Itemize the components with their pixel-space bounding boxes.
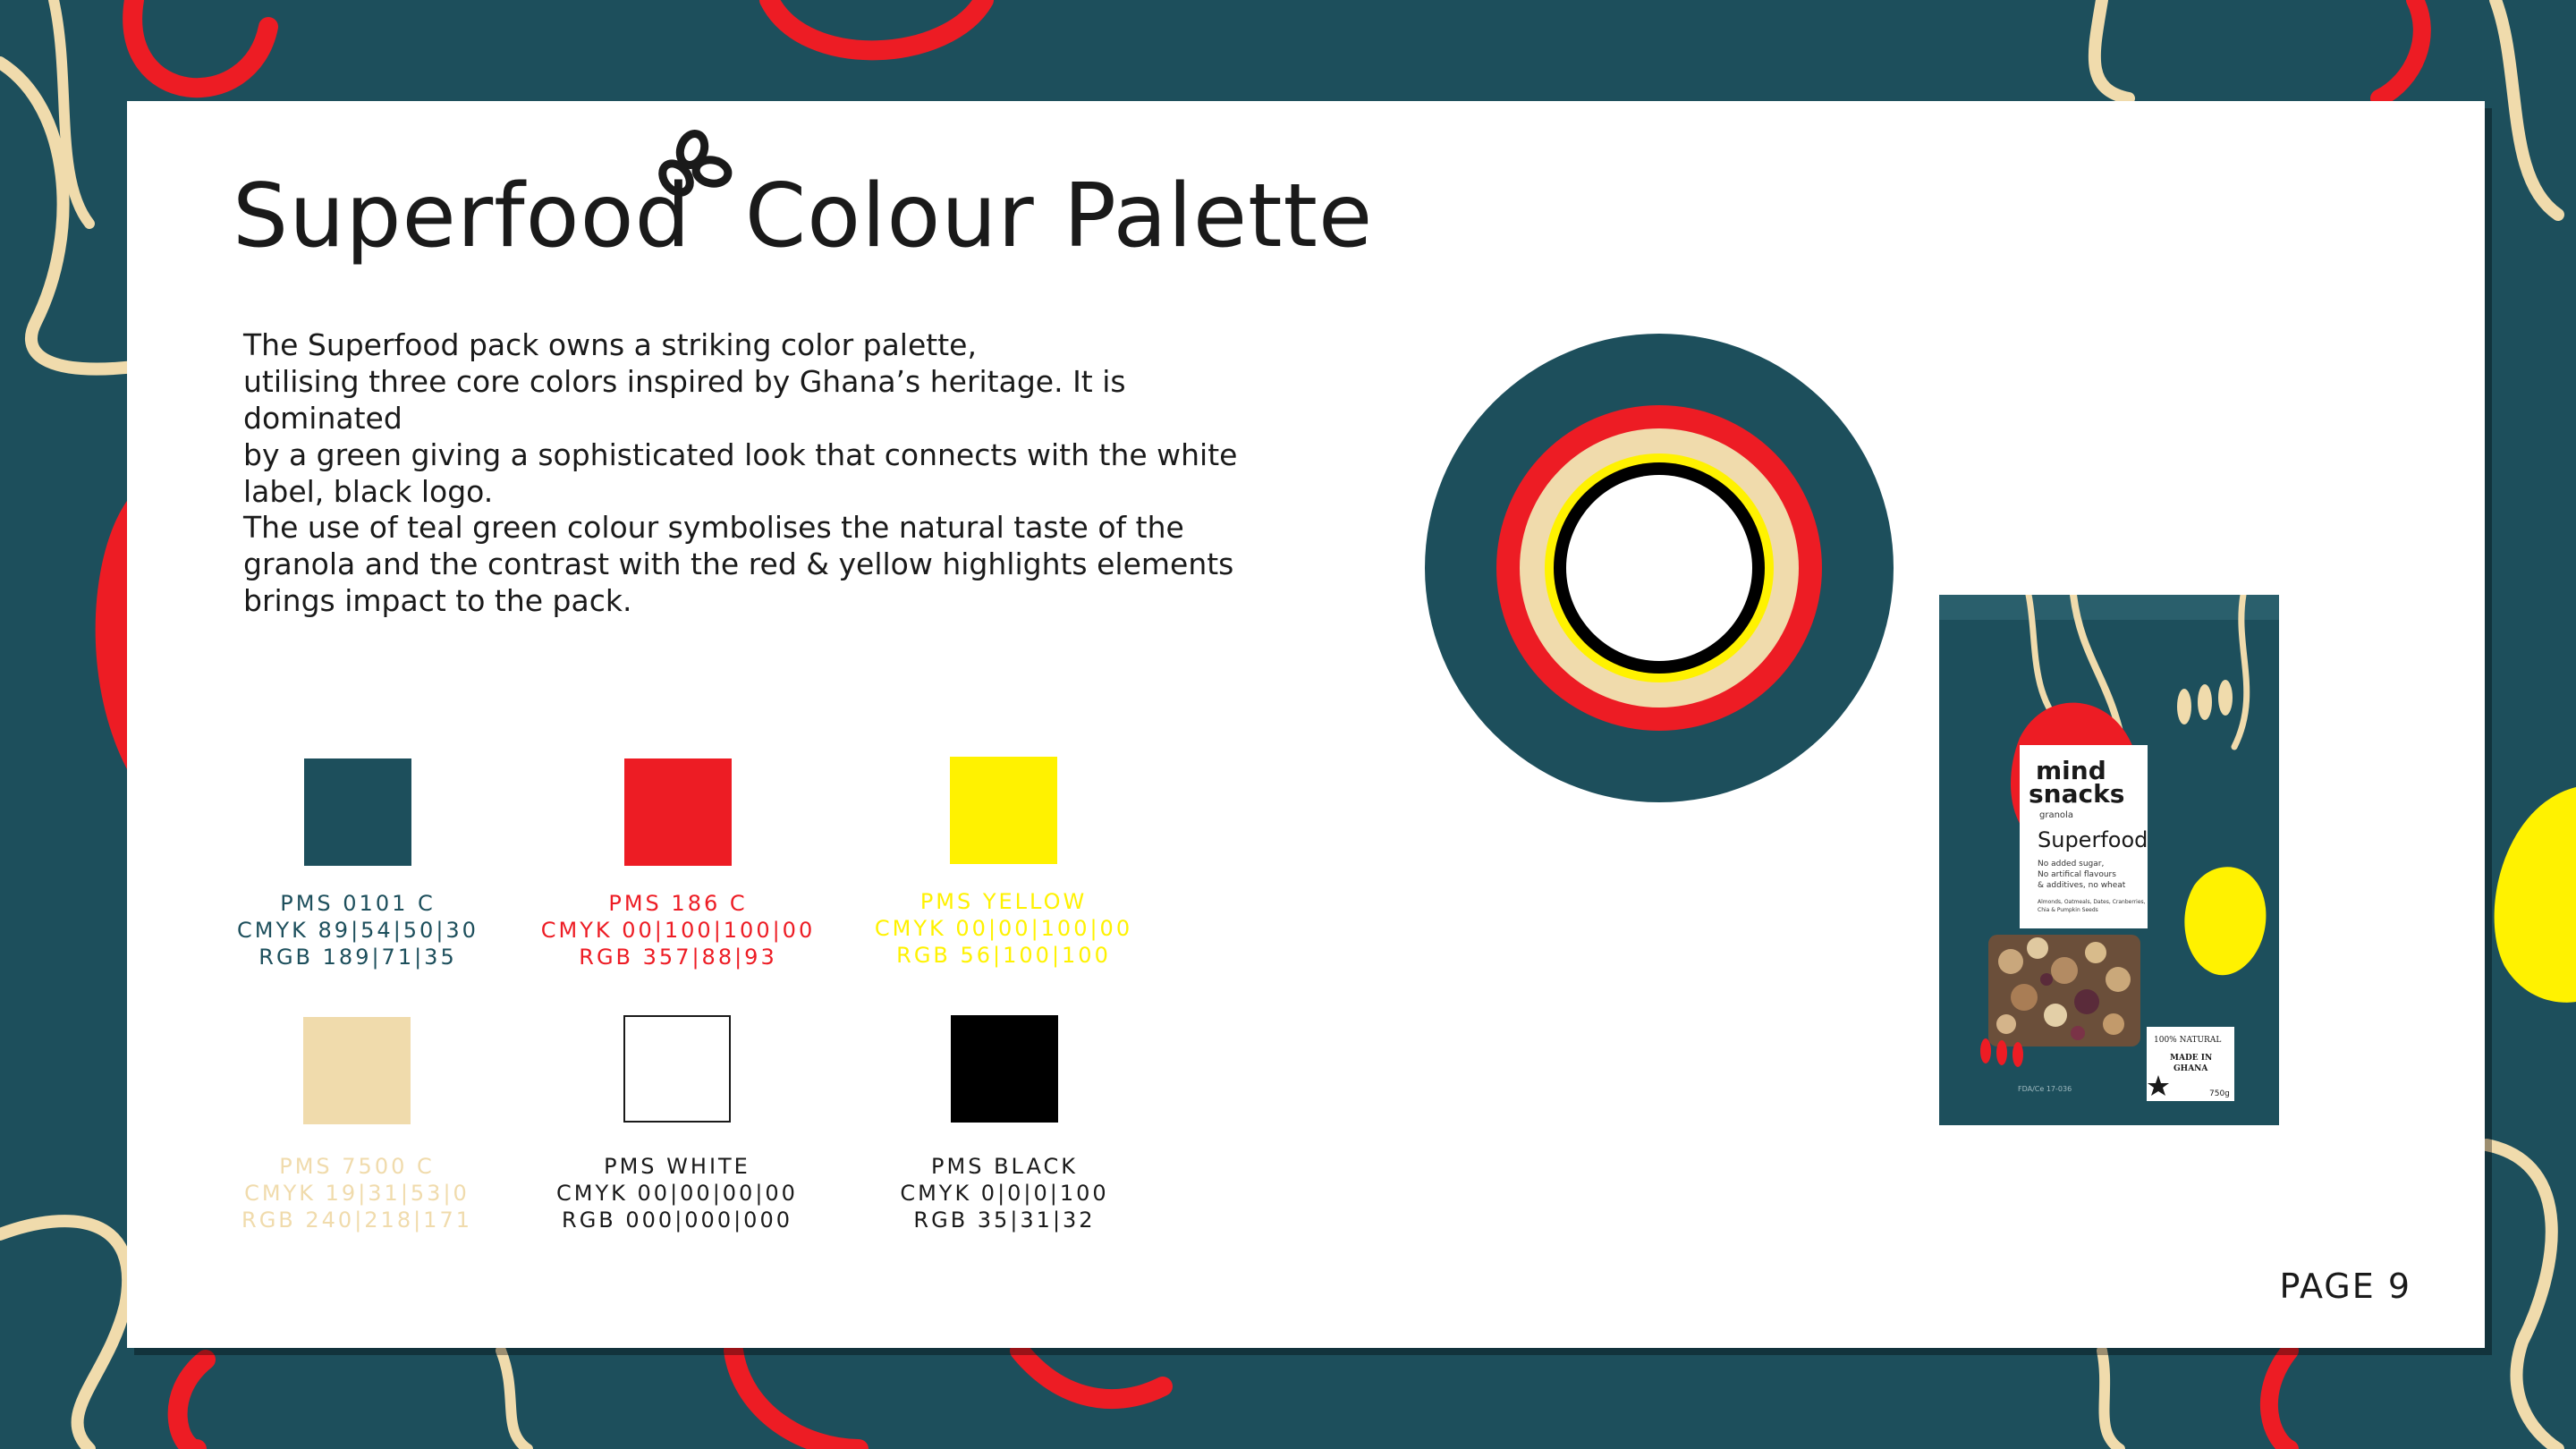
pack-badge-2: MADE IN (2170, 1054, 2212, 1063)
swatch-red (624, 758, 732, 866)
meaning-line-1: The use of teal green colour symbolises … (243, 510, 1184, 545)
bg-cream-stroke-7 (2097, 1345, 2125, 1449)
pack-claim-3: & additives, no wheat (2038, 881, 2126, 890)
swatch-cmyk: CMYK 00|100|100|00 (540, 918, 816, 943)
meaning-paragraph: The use of teal green colour symbolises … (243, 509, 1281, 619)
content-card: Superfood Colour Palette The Superfood pa… (127, 101, 2485, 1348)
bg-red-stroke-2 (759, 0, 994, 61)
bg-red-stroke-3 (2370, 0, 2431, 107)
swatch-label-teal: PMS 0101 C CMYK 89|54|50|30 RGB 189|71|3… (197, 890, 519, 970)
pack-badge-3: GHANA (2174, 1064, 2208, 1073)
bg-yellow-blob (2494, 787, 2576, 1003)
meaning-line-3: brings impact to the pack. (243, 583, 632, 618)
bg-red-stroke-5 (724, 1341, 869, 1449)
swatch-cream (303, 1017, 411, 1124)
swatch-pms: PMS 0101 C (280, 891, 436, 916)
intro-line-2: utilising three core colors inspired by … (243, 364, 1126, 436)
swatch-label-white: PMS WHITE CMYK 00|00|00|00 RGB 000|000|0… (516, 1153, 838, 1233)
swatch-cmyk: CMYK 00|00|00|00 (556, 1181, 798, 1206)
swatch-pms: PMS WHITE (604, 1154, 750, 1179)
swatch-white (623, 1015, 731, 1123)
swatch-label-yellow: PMS YELLOW CMYK 00|00|100|00 RGB 56|100|… (843, 888, 1165, 969)
product-package: mind snacks granola Superfood No added s… (1939, 595, 2279, 1125)
pack-ingredients-1: Almonds, Oatmeals, Dates, Cranberries, (2038, 899, 2146, 905)
swatch-rgb: RGB 357|88|93 (579, 945, 777, 970)
swatch-rgb: RGB 35|31|32 (913, 1208, 1096, 1233)
swatch-pms: PMS BLACK (931, 1154, 1078, 1179)
swatch-black (951, 1015, 1058, 1123)
clover-icon (658, 130, 733, 197)
swatch-label-black: PMS BLACK CMYK 0|0|0|100 RGB 35|31|32 (843, 1153, 1165, 1233)
swatch-cmyk: CMYK 0|0|0|100 (900, 1181, 1109, 1206)
intro-paragraph: The Superfood pack owns a striking color… (243, 326, 1281, 510)
swatch-rgb: RGB 56|100|100 (896, 943, 1111, 968)
bg-cream-stroke-4 (2489, 0, 2564, 221)
title-left: Superfood (233, 165, 691, 267)
page-number: PAGE 9 (2279, 1267, 2411, 1306)
swatch-rgb: RGB 240|218|171 (242, 1208, 472, 1233)
bg-red-stroke-6 (1010, 1341, 1173, 1409)
intro-line-3: by a green giving a sophisticated look t… (243, 437, 1238, 472)
bg-red-blob (95, 501, 127, 769)
swatch-pms: PMS 7500 C (279, 1154, 435, 1179)
bg-red-stroke-4 (167, 1350, 216, 1449)
title-right: Colour Palette (744, 165, 1374, 267)
page-title: Superfood Colour Palette (233, 165, 1373, 267)
pack-weight: 750g (2209, 1089, 2230, 1098)
bg-cream-stroke-5 (0, 1215, 135, 1449)
bg-cream-stroke-3 (2088, 0, 2135, 105)
pack-claim-1: No added sugar, (2038, 860, 2104, 869)
pack-fda: FDA/Ce 17-036 (2018, 1085, 2072, 1093)
pack-granola-window (1988, 935, 2140, 1046)
pack-category: granola (2039, 810, 2073, 820)
meaning-line-2: granola and the contrast with the red & … (243, 547, 1234, 581)
pack-product: Superfood (2038, 827, 2148, 852)
swatch-label-red: PMS 186 C CMYK 00|100|100|00 RGB 357|88|… (517, 890, 839, 970)
swatch-rgb: RGB 189|71|35 (258, 945, 457, 970)
colour-rings (1425, 334, 1894, 802)
swatch-label-cream: PMS 7500 C CMYK 19|31|53|0 RGB 240|218|1… (196, 1153, 518, 1233)
bg-cream-stroke-8 (2480, 1139, 2564, 1449)
swatch-yellow (950, 757, 1057, 864)
swatch-teal (304, 758, 411, 866)
pack-claim-2: No artifical flavours (2038, 870, 2116, 879)
swatch-cmyk: CMYK 00|00|100|00 (874, 916, 1133, 941)
bg-red-stroke-1 (123, 0, 278, 98)
intro-line-1: The Superfood pack owns a striking color… (243, 327, 977, 362)
bg-cream-stroke-6 (496, 1345, 533, 1449)
swatch-cmyk: CMYK 19|31|53|0 (244, 1181, 470, 1206)
swatch-cmyk: CMYK 89|54|50|30 (237, 918, 479, 943)
intro-line-4: label, black logo. (243, 474, 494, 509)
pack-badge-1: 100% NATURAL (2154, 1036, 2221, 1045)
swatch-pms: PMS YELLOW (919, 889, 1088, 914)
pack-brand-2: snacks (2029, 779, 2124, 809)
swatch-rgb: RGB 000|000|000 (562, 1208, 792, 1233)
ring-white (1566, 475, 1752, 661)
pack-ingredients-2: Chia & Pumpkin Seeds (2038, 907, 2098, 913)
bg-red-stroke-7 (2259, 1342, 2299, 1449)
swatch-pms: PMS 186 C (608, 891, 748, 916)
